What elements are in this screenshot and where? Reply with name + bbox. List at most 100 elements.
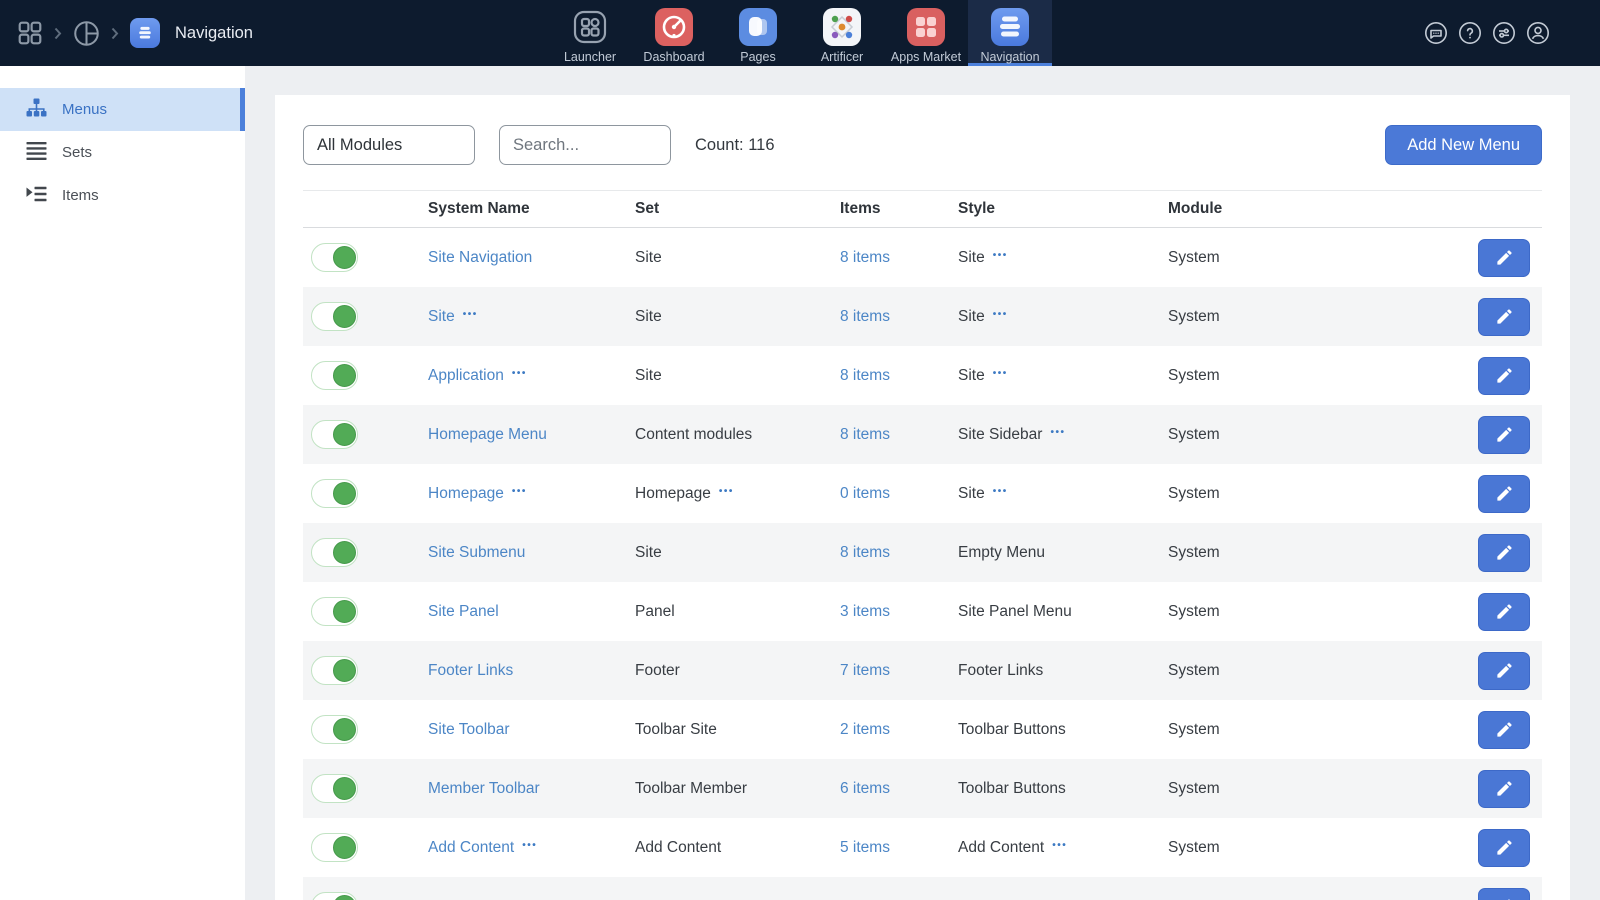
sidebar-item-items[interactable]: Items (0, 174, 245, 217)
grid-icon[interactable] (17, 20, 43, 46)
add-new-menu-button[interactable]: Add New Menu (1385, 125, 1542, 165)
enabled-toggle[interactable] (311, 420, 358, 449)
edit-button[interactable] (1478, 652, 1530, 690)
enabled-toggle[interactable] (311, 833, 358, 862)
sidebar-item-label: Menus (62, 101, 107, 118)
edit-button[interactable] (1478, 770, 1530, 808)
edit-button[interactable] (1478, 593, 1530, 631)
truncation-dots-icon[interactable]: ••• (512, 486, 527, 497)
module-value: System (1168, 544, 1220, 562)
tab-artificer[interactable]: Artificer (800, 0, 884, 66)
menu-name-link[interactable]: Site (428, 308, 455, 326)
menu-name-link[interactable]: Footer Links (428, 662, 513, 680)
enabled-toggle[interactable] (311, 656, 358, 685)
edit-button[interactable] (1478, 888, 1530, 900)
edit-button[interactable] (1478, 416, 1530, 454)
menu-name-link[interactable]: Homepage (428, 485, 504, 503)
toggle-knob (333, 777, 356, 800)
tab-dashboard[interactable]: Dashboard (632, 0, 716, 66)
sidebar: Menus Sets Items (0, 66, 245, 900)
truncation-dots-icon[interactable]: ••• (993, 368, 1008, 379)
items-count-link[interactable]: 0 items (840, 485, 890, 503)
enabled-toggle[interactable] (311, 774, 358, 803)
edit-button[interactable] (1478, 239, 1530, 277)
truncation-dots-icon[interactable]: ••• (993, 486, 1008, 497)
menu-name-link[interactable]: Site Navigation (428, 249, 532, 267)
edit-button[interactable] (1478, 298, 1530, 336)
style-value: Site (958, 308, 985, 326)
tab-navigation[interactable]: Navigation (968, 0, 1052, 66)
enabled-toggle[interactable] (311, 715, 358, 744)
table-row: Add Content ••• Add Content 5 items Add … (303, 818, 1542, 877)
preferences-icon[interactable] (1492, 21, 1516, 45)
help-icon[interactable] (1458, 21, 1482, 45)
enabled-toggle[interactable] (311, 243, 358, 272)
tab-launcher[interactable]: Launcher (548, 0, 632, 66)
product-icon[interactable] (73, 20, 100, 47)
module-value: System (1168, 721, 1220, 739)
toggle-knob (333, 836, 356, 859)
items-count-link[interactable]: 8 items (840, 249, 890, 267)
menu-name-link[interactable]: Add Content (428, 839, 514, 857)
navigation-icon (991, 8, 1029, 46)
items-count-link[interactable]: 8 items (840, 308, 890, 326)
set-value: Footer (635, 662, 680, 680)
truncation-dots-icon[interactable]: ••• (512, 368, 527, 379)
edit-button[interactable] (1478, 475, 1530, 513)
navigation-app-icon[interactable] (130, 18, 160, 48)
account-icon[interactable] (1526, 21, 1550, 45)
edit-button[interactable] (1478, 357, 1530, 395)
enabled-toggle[interactable] (311, 479, 358, 508)
items-count-link[interactable]: 2 items (840, 721, 890, 739)
indent-list-icon (26, 184, 47, 208)
menu-name-link[interactable]: Homepage Menu (428, 426, 547, 444)
edit-button[interactable] (1478, 711, 1530, 749)
items-count-link[interactable]: 7 items (840, 662, 890, 680)
truncation-dots-icon[interactable]: ••• (463, 309, 478, 320)
truncation-dots-icon[interactable]: ••• (719, 486, 734, 497)
edit-button[interactable] (1478, 534, 1530, 572)
header-module: Module (1168, 200, 1390, 218)
sidebar-item-sets[interactable]: Sets (0, 131, 245, 174)
truncation-dots-icon[interactable]: ••• (1052, 840, 1067, 851)
header-set: Set (635, 200, 840, 218)
style-value: Site Sidebar (958, 426, 1042, 444)
tab-apps-market[interactable]: Apps Market (884, 0, 968, 66)
enabled-toggle[interactable] (311, 302, 358, 331)
table-row: Site Navigation Site 8 items Site ••• Sy… (303, 228, 1542, 287)
menu-name-link[interactable]: Site Submenu (428, 544, 525, 562)
tab-label: Launcher (564, 50, 616, 64)
items-count-link[interactable]: 8 items (840, 367, 890, 385)
menu-name-link[interactable]: Member Toolbar (428, 780, 540, 798)
set-value: Site (635, 544, 662, 562)
module-filter-select[interactable]: All Modules (303, 125, 475, 165)
enabled-toggle[interactable] (311, 361, 358, 390)
items-count-link[interactable]: 8 items (840, 426, 890, 444)
menu-name-link[interactable]: Site Panel (428, 603, 499, 621)
items-count-link[interactable]: 8 items (840, 544, 890, 562)
truncation-dots-icon[interactable]: ••• (522, 840, 537, 851)
sidebar-item-menus[interactable]: Menus (0, 88, 245, 131)
items-count-link[interactable]: 6 items (840, 780, 890, 798)
launcher-icon (571, 8, 609, 46)
truncation-dots-icon[interactable]: ••• (993, 309, 1008, 320)
tab-pages[interactable]: Pages (716, 0, 800, 66)
table-row: Homepage ••• Homepage ••• 0 items Site •… (303, 464, 1542, 523)
edit-button[interactable] (1478, 829, 1530, 867)
app-tabs: Launcher Dashboard Pages (548, 0, 1052, 66)
enabled-toggle[interactable] (311, 597, 358, 626)
module-value: System (1168, 780, 1220, 798)
chat-icon[interactable] (1424, 21, 1448, 45)
menu-name-link[interactable]: Application (428, 367, 504, 385)
truncation-dots-icon[interactable]: ••• (993, 250, 1008, 261)
search-input[interactable] (499, 125, 671, 165)
menu-name-link[interactable]: Site Toolbar (428, 721, 510, 739)
items-count-link[interactable]: 3 items (840, 603, 890, 621)
enabled-toggle[interactable] (311, 538, 358, 567)
toggle-knob (333, 659, 356, 682)
truncation-dots-icon[interactable]: ••• (1050, 427, 1065, 438)
style-value: Site Panel Menu (958, 603, 1072, 621)
enabled-toggle[interactable] (311, 892, 358, 900)
items-count-link[interactable]: 5 items (840, 839, 890, 857)
menus-table: System Name Set Items Style Module Site … (303, 190, 1542, 900)
